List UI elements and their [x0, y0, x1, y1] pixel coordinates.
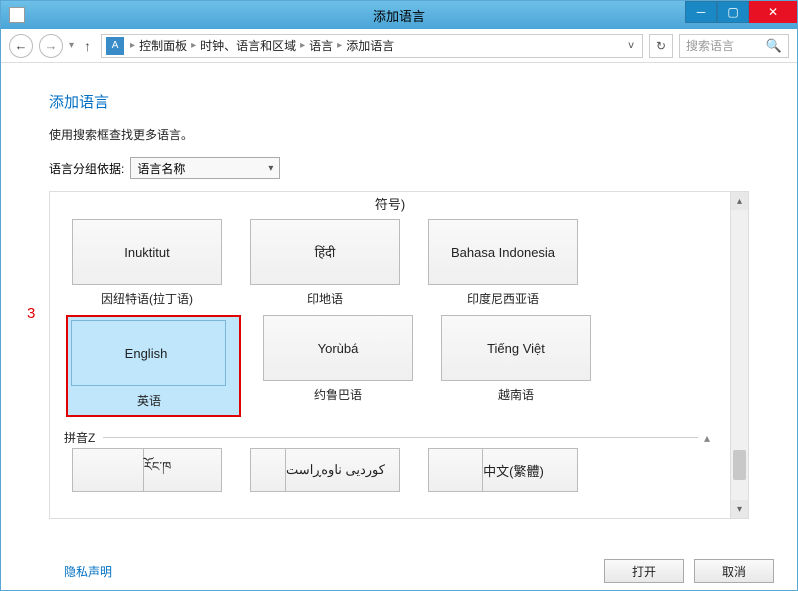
- search-placeholder: 搜索语言: [686, 37, 734, 54]
- breadcrumb-item[interactable]: 添加语言: [346, 37, 394, 54]
- language-tile: རོང་ཁ: [72, 448, 222, 492]
- chevron-right-icon: ▸: [130, 40, 135, 51]
- language-tile: हिंदी: [250, 219, 400, 285]
- truncated-header: 符号): [58, 192, 722, 219]
- group-by-label: 语言分组依据:: [49, 160, 124, 177]
- control-panel-icon: A: [106, 37, 124, 55]
- language-label: 越南语: [498, 386, 534, 403]
- titlebar: 添加语言 ─ ▢ ✕: [1, 1, 797, 29]
- breadcrumb-item[interactable]: 时钟、语言和区域: [200, 37, 296, 54]
- collapse-icon[interactable]: ▴: [698, 431, 716, 445]
- language-label: 约鲁巴语: [314, 386, 362, 403]
- language-label: 印地语: [307, 290, 343, 307]
- language-tile: Inuktitut: [72, 219, 222, 285]
- language-row: Inuktitut 因纽特语(拉丁语) हिंदी 印地语 Bahasa Ind…: [58, 219, 722, 307]
- group-by-select[interactable]: 语言名称 ▾: [130, 157, 280, 179]
- page-title: 添加语言: [49, 91, 749, 112]
- group-by-value: 语言名称: [137, 160, 185, 177]
- app-icon: [9, 7, 25, 23]
- footer-buttons: 打开 取消: [604, 559, 774, 583]
- back-button[interactable]: ←: [9, 34, 33, 58]
- close-button[interactable]: ✕: [749, 1, 797, 23]
- privacy-link[interactable]: 隐私声明: [64, 563, 112, 580]
- search-input[interactable]: 搜索语言 🔍: [679, 34, 789, 58]
- breadcrumb[interactable]: A ▸ 控制面板 ▸ 时钟、语言和区域 ▸ 语言 ▸ 添加语言 ⅴ: [101, 34, 643, 58]
- language-item[interactable]: Inuktitut 因纽特语(拉丁语): [66, 219, 228, 307]
- language-item[interactable]: Yorùbá 约鲁巴语: [257, 315, 419, 417]
- language-item[interactable]: کوردیی ناوەڕاست: [244, 448, 406, 492]
- language-tile: English: [71, 320, 221, 386]
- language-tile: 中文(繁體): [428, 448, 578, 492]
- minimize-button[interactable]: ─: [685, 1, 717, 23]
- refresh-button[interactable]: ↻: [649, 34, 673, 58]
- language-list-scroll: 符号) Inuktitut 因纽特语(拉丁语) हिंदी 印地语 Bahasa…: [50, 192, 730, 518]
- footer: 隐私声明 打开 取消: [0, 559, 798, 583]
- content-area: 添加语言 使用搜索框查找更多语言。 语言分组依据: 语言名称 ▾ 符号) Inu…: [1, 63, 797, 519]
- chevron-right-icon: ▸: [191, 40, 196, 51]
- breadcrumb-item[interactable]: 控制面板: [139, 37, 187, 54]
- section-divider: [103, 437, 698, 438]
- language-item[interactable]: རོང་ཁ: [66, 448, 228, 492]
- language-row: རོང་ཁ کوردیی ناوەڕاست 中文(繁體): [58, 448, 722, 492]
- scroll-up-button[interactable]: ▴: [731, 192, 748, 210]
- open-button[interactable]: 打开: [604, 559, 684, 583]
- language-tile: Yorùbá: [263, 315, 413, 381]
- language-label: 因纽特语(拉丁语): [101, 290, 193, 307]
- breadcrumb-item[interactable]: 语言: [309, 37, 333, 54]
- language-item[interactable]: 中文(繁體): [422, 448, 584, 492]
- language-list-panel: 符号) Inuktitut 因纽特语(拉丁语) हिंदी 印地语 Bahasa…: [49, 191, 749, 519]
- chevron-right-icon: ▸: [337, 40, 342, 51]
- chevron-right-icon: ▸: [300, 40, 305, 51]
- language-tile: Tiếng Việt: [441, 315, 591, 381]
- search-icon: 🔍: [766, 38, 782, 54]
- language-item-selected[interactable]: English 英语: [66, 315, 241, 417]
- group-by-row: 语言分组依据: 语言名称 ▾: [49, 157, 749, 179]
- language-tile: کوردیی ناوەڕاست: [250, 448, 400, 492]
- scroll-track[interactable]: [731, 210, 748, 500]
- language-item[interactable]: Bahasa Indonesia 印度尼西亚语: [422, 219, 584, 307]
- scroll-thumb[interactable]: [733, 450, 746, 480]
- chevron-down-icon: ▾: [268, 163, 273, 174]
- section-header[interactable]: 拼音Z ▴: [58, 425, 722, 448]
- language-row: English 英语 Yorùbá 约鲁巴语 Tiếng Việt 越南语: [58, 315, 722, 417]
- up-button[interactable]: ↑: [80, 38, 95, 54]
- navigation-bar: ← → ▾ ↑ A ▸ 控制面板 ▸ 时钟、语言和区域 ▸ 语言 ▸ 添加语言 …: [1, 29, 797, 63]
- language-label: 英语: [71, 392, 227, 409]
- scrollbar[interactable]: ▴ ▾: [730, 192, 748, 518]
- breadcrumb-dropdown-icon[interactable]: ⅴ: [628, 40, 638, 51]
- window-title: 添加语言: [373, 6, 425, 25]
- language-label: 印度尼西亚语: [467, 290, 539, 307]
- maximize-button[interactable]: ▢: [717, 1, 749, 23]
- language-tile: Bahasa Indonesia: [428, 219, 578, 285]
- window-controls: ─ ▢ ✕: [685, 1, 797, 29]
- language-item[interactable]: Tiếng Việt 越南语: [435, 315, 597, 417]
- forward-button[interactable]: →: [39, 34, 63, 58]
- annotation-marker: 3: [27, 305, 35, 322]
- cancel-button[interactable]: 取消: [694, 559, 774, 583]
- history-dropdown-icon[interactable]: ▾: [69, 40, 74, 51]
- hint-text: 使用搜索框查找更多语言。: [49, 126, 749, 143]
- scroll-down-button[interactable]: ▾: [731, 500, 748, 518]
- language-item[interactable]: हिंदी 印地语: [244, 219, 406, 307]
- section-label: 拼音Z: [64, 429, 95, 446]
